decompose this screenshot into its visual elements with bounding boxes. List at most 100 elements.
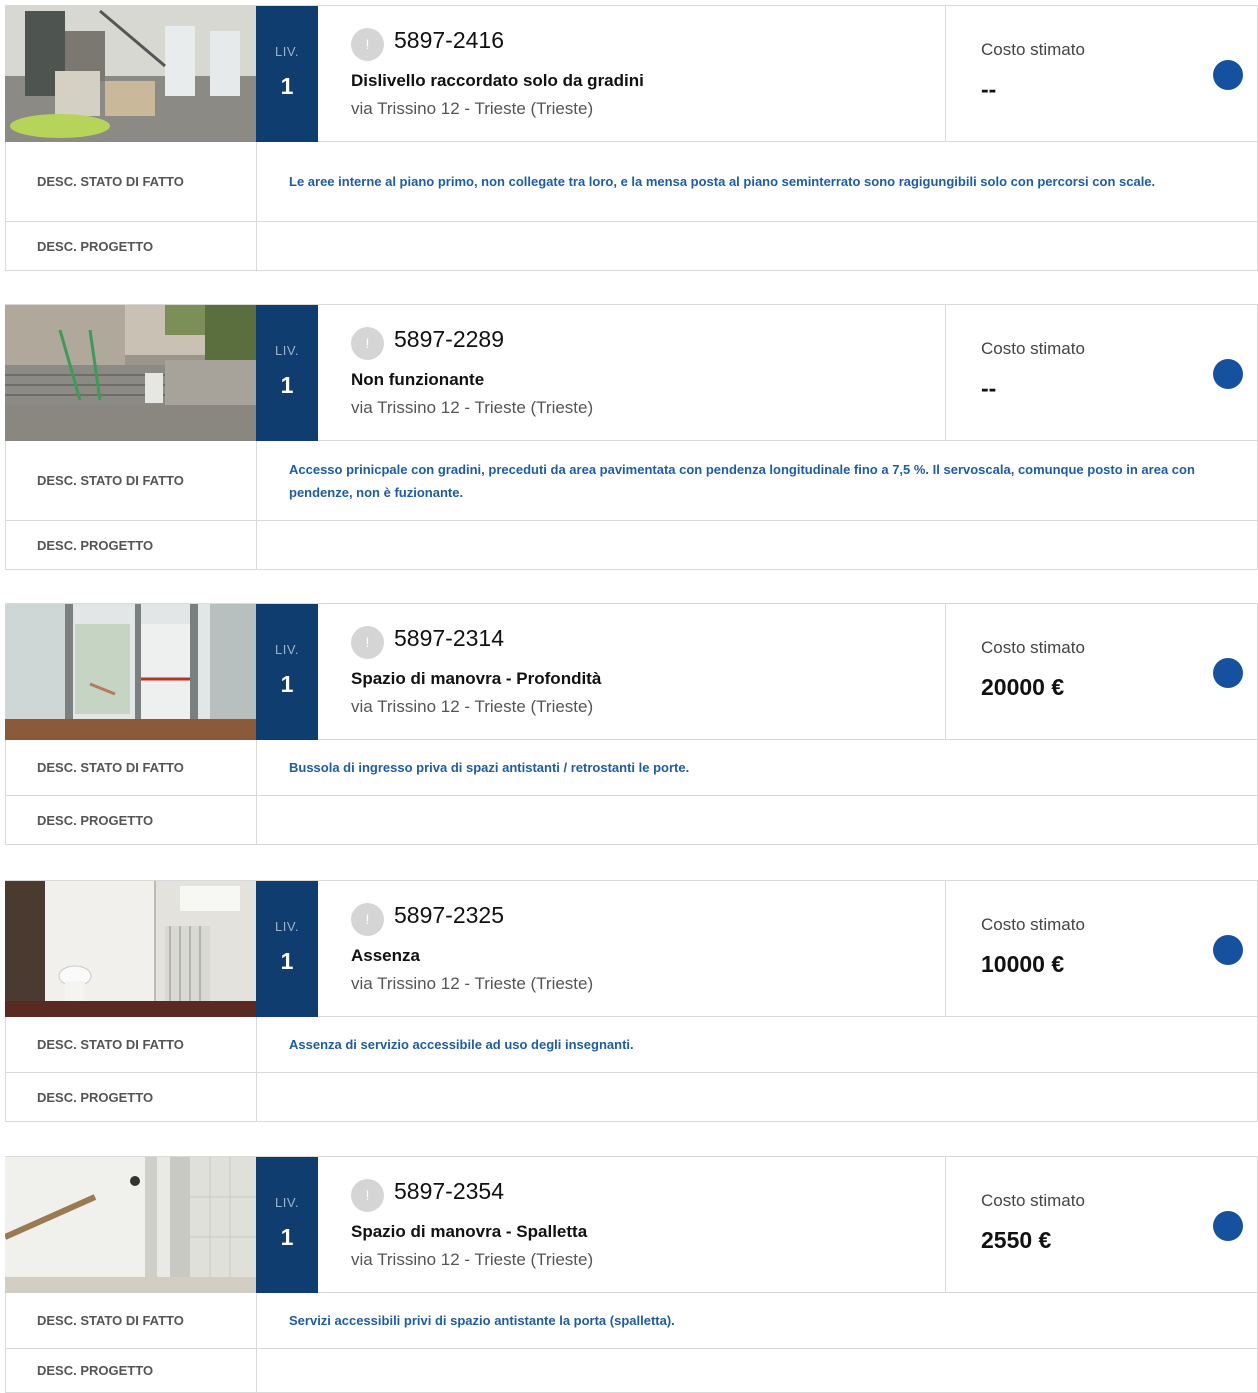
status-dot-icon <box>1213 935 1243 965</box>
alert-icon: ! <box>351 903 384 936</box>
cost-label: Costo stimato <box>981 339 1085 358</box>
card-header[interactable]: LIV. 1 ! 5897-2416 Dislivello raccordato… <box>5 5 1258 142</box>
barrier-info: ! 5897-2314 Spazio di manovra - Profondi… <box>318 604 946 740</box>
stato-text: Accesso prinicpale con gradini, precedut… <box>289 461 1195 500</box>
level-number: 1 <box>280 372 294 398</box>
level-label: LIV. <box>275 642 299 657</box>
cost-value: 10000 € <box>981 951 1065 977</box>
progetto-label: DESC. PROGETTO <box>6 222 257 270</box>
cost-box: Costo stimato -- <box>946 6 1257 142</box>
level-box: LIV. 1 <box>256 881 318 1017</box>
level-box: LIV. 1 <box>256 604 318 740</box>
progetto-text <box>289 1073 1227 1121</box>
barrier-title: Spazio di manovra - Spalletta <box>351 1222 588 1241</box>
stato-label: DESC. STATO DI FATTO <box>6 1293 257 1348</box>
cost-label: Costo stimato <box>981 40 1085 59</box>
stato-text: Assenza di servizio accessibile ad uso d… <box>289 1037 634 1052</box>
barrier-code: 5897-2416 <box>394 27 504 53</box>
cost-label: Costo stimato <box>981 638 1085 657</box>
progetto-text <box>289 222 1227 270</box>
stato-row: DESC. STATO DI FATTO Le aree interne al … <box>5 142 1258 222</box>
cost-box: Costo stimato 20000 € <box>946 604 1257 740</box>
stato-text: Bussola di ingresso priva di spazi antis… <box>289 760 690 775</box>
progetto-row: DESC. PROGETTO <box>5 222 1258 271</box>
alert-icon: ! <box>351 28 384 61</box>
level-label: LIV. <box>275 44 299 59</box>
level-box: LIV. 1 <box>256 6 318 142</box>
barrier-photo[interactable] <box>5 1157 256 1293</box>
stato-row: DESC. STATO DI FATTO Accesso prinicpale … <box>5 441 1258 521</box>
barrier-code: 5897-2325 <box>394 902 504 928</box>
barrier-title: Non funzionante <box>351 370 485 389</box>
barrier-title: Dislivello raccordato solo da gradini <box>351 71 644 90</box>
barrier-photo[interactable] <box>5 881 256 1017</box>
cost-value: 20000 € <box>981 674 1065 700</box>
level-number: 1 <box>280 671 294 697</box>
barrier-info: ! 5897-2416 Dislivello raccordato solo d… <box>318 6 946 142</box>
barrier-code: 5897-2314 <box>394 625 504 651</box>
cost-box: Costo stimato 10000 € <box>946 881 1257 1017</box>
card-header[interactable]: LIV. 1 ! 5897-2314 Spazio di manovra - P… <box>5 603 1258 740</box>
cost-value: 2550 € <box>981 1227 1052 1253</box>
progetto-row: DESC. PROGETTO <box>5 1073 1258 1122</box>
barrier-address: via Trissino 12 - Trieste (Trieste) <box>351 1250 594 1269</box>
stato-label: DESC. STATO DI FATTO <box>6 142 257 221</box>
level-number: 1 <box>280 948 294 974</box>
stato-row: DESC. STATO DI FATTO Servizi accessibili… <box>5 1293 1258 1349</box>
level-box: LIV. 1 <box>256 1157 318 1293</box>
stato-row: DESC. STATO DI FATTO Assenza di servizio… <box>5 1017 1258 1073</box>
progetto-row: DESC. PROGETTO <box>5 521 1258 570</box>
cost-box: Costo stimato 2550 € <box>946 1157 1257 1293</box>
cost-label: Costo stimato <box>981 915 1085 934</box>
status-dot-icon <box>1213 1211 1243 1241</box>
alert-icon: ! <box>351 1179 384 1212</box>
barrier-address: via Trissino 12 - Trieste (Trieste) <box>351 697 594 716</box>
alert-icon: ! <box>351 626 384 659</box>
barrier-address: via Trissino 12 - Trieste (Trieste) <box>351 398 594 417</box>
barrier-photo[interactable] <box>5 305 256 441</box>
level-box: LIV. 1 <box>256 305 318 441</box>
progetto-row: DESC. PROGETTO <box>5 1349 1258 1393</box>
progetto-label: DESC. PROGETTO <box>6 1073 257 1121</box>
card-header[interactable]: LIV. 1 ! 5897-2354 Spazio di manovra - S… <box>5 1156 1258 1293</box>
barrier-code: 5897-2289 <box>394 326 504 352</box>
barrier-photo[interactable] <box>5 604 256 740</box>
level-label: LIV. <box>275 1195 299 1210</box>
stato-label: DESC. STATO DI FATTO <box>6 441 257 520</box>
progetto-text <box>289 796 1227 844</box>
stato-label: DESC. STATO DI FATTO <box>6 1017 257 1072</box>
barrier-address: via Trissino 12 - Trieste (Trieste) <box>351 974 594 993</box>
progetto-row: DESC. PROGETTO <box>5 796 1258 845</box>
progetto-label: DESC. PROGETTO <box>6 1349 257 1392</box>
stato-text: Le aree interne al piano primo, non coll… <box>289 174 1156 189</box>
barrier-info: ! 5897-2325 Assenza via Trissino 12 - Tr… <box>318 881 946 1017</box>
alert-icon: ! <box>351 327 384 360</box>
barrier-photo[interactable] <box>5 6 256 142</box>
progetto-text <box>289 1349 1227 1392</box>
cost-label: Costo stimato <box>981 1191 1085 1210</box>
cost-value: -- <box>981 375 997 401</box>
barrier-code: 5897-2354 <box>394 1178 504 1204</box>
barrier-info: ! 5897-2354 Spazio di manovra - Spallett… <box>318 1157 946 1293</box>
status-dot-icon <box>1213 60 1243 90</box>
barrier-title: Spazio di manovra - Profondità <box>351 669 602 688</box>
cost-value: -- <box>981 76 997 102</box>
cost-box: Costo stimato -- <box>946 305 1257 441</box>
status-dot-icon <box>1213 658 1243 688</box>
stato-text: Servizi accessibili privi di spazio anti… <box>289 1313 675 1328</box>
progetto-text <box>289 521 1227 569</box>
barrier-info: ! 5897-2289 Non funzionante via Trissino… <box>318 305 946 441</box>
stato-row: DESC. STATO DI FATTO Bussola di ingresso… <box>5 740 1258 796</box>
progetto-label: DESC. PROGETTO <box>6 796 257 844</box>
level-label: LIV. <box>275 343 299 358</box>
level-label: LIV. <box>275 919 299 934</box>
progetto-label: DESC. PROGETTO <box>6 521 257 569</box>
barrier-address: via Trissino 12 - Trieste (Trieste) <box>351 99 594 118</box>
card-header[interactable]: LIV. 1 ! 5897-2325 Assenza via Trissino … <box>5 880 1258 1017</box>
level-number: 1 <box>280 73 294 99</box>
card-header[interactable]: LIV. 1 ! 5897-2289 Non funzionante via T… <box>5 304 1258 441</box>
stato-label: DESC. STATO DI FATTO <box>6 740 257 795</box>
status-dot-icon <box>1213 359 1243 389</box>
level-number: 1 <box>280 1224 294 1250</box>
barrier-title: Assenza <box>351 946 420 965</box>
